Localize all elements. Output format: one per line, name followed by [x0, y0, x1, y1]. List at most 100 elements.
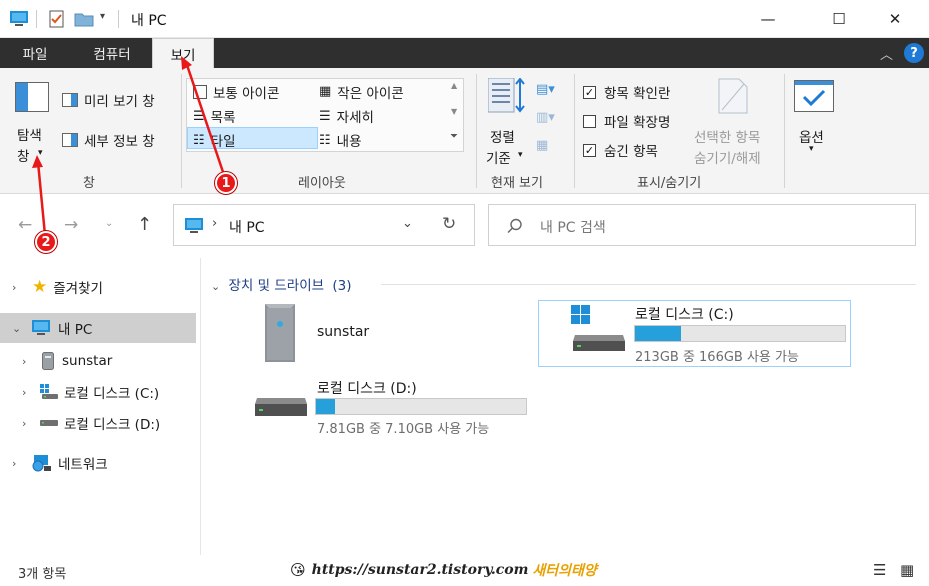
layout-small-icons[interactable]: ▦ 작은 아이콘: [319, 82, 404, 103]
navigation-pane-label: 탐색: [17, 128, 42, 144]
divider: [118, 10, 119, 28]
new-folder-icon[interactable]: [74, 11, 94, 27]
status-bar: 3개 항목 😘 https://sunstar2.tistory.com 새터의…: [0, 555, 929, 586]
nav-item-this-pc[interactable]: ⌄ 내 PC: [0, 313, 196, 343]
up-arrow-icon[interactable]: ↑: [137, 214, 152, 235]
details-view-icon[interactable]: ☰: [873, 561, 886, 579]
group-header-devices[interactable]: ⌄ 장치 및 드라이브 (3): [211, 274, 351, 294]
divider: [36, 10, 37, 28]
layout-medium-icons[interactable]: 보통 아이콘: [193, 82, 279, 102]
dropdown-arrow-icon: ▾: [38, 148, 43, 158]
layout-group-label: 레이아웃: [298, 176, 346, 191]
item-count: 3개 항목: [18, 567, 67, 582]
options-button[interactable]: 옵션 ▾: [790, 76, 838, 168]
details-pane-icon: [62, 133, 78, 147]
layout-details[interactable]: ☰ 자세히: [319, 106, 374, 127]
dropdown-arrow-icon: ▾: [518, 150, 523, 160]
group-by-icon[interactable]: ▤▾: [536, 82, 555, 97]
breadcrumb-separator[interactable]: ›: [212, 216, 217, 231]
file-extensions-label: 파일 확장명: [604, 115, 671, 131]
collapse-ribbon-icon[interactable]: ︿: [880, 44, 893, 63]
tab-view[interactable]: 보기: [152, 38, 214, 68]
minimize-button[interactable]: —: [745, 0, 791, 38]
customize-quick-access-icon[interactable]: ▾: [100, 11, 105, 22]
drive-icon: [255, 398, 307, 416]
options-icon: [794, 80, 834, 112]
layout-label: 타일: [210, 134, 236, 150]
item-checkboxes-label: 항목 확인란: [604, 86, 671, 102]
drive-tile-sunstar[interactable]: sunstar: [249, 298, 509, 368]
properties-icon[interactable]: [49, 10, 65, 28]
nav-item-local-disk-c[interactable]: › 로컬 디스크 (C:): [0, 377, 196, 407]
layout-tiles[interactable]: ☷ 타일: [193, 130, 236, 151]
refresh-icon[interactable]: ↻: [442, 214, 456, 234]
layout-list[interactable]: ☰ 목록: [193, 106, 236, 127]
small-icons-icon: ▦: [319, 84, 332, 99]
nav-item-quick-access[interactable]: › ★ 즐겨찾기: [0, 272, 196, 302]
ribbon: 탐색 창 ▾ 미리 보기 창 세부 정보 창 창 보통 아이콘 ▦ 작은 아이콘…: [0, 68, 929, 194]
layout-label: 자세히: [336, 110, 374, 126]
back-arrow-icon[interactable]: ←: [18, 215, 32, 235]
layout-label: 내용: [336, 134, 362, 150]
gallery-scroll-down-icon[interactable]: ▼: [451, 107, 457, 116]
watermark-brand: 새터의태양: [532, 563, 597, 579]
file-extensions-toggle[interactable]: 파일 확장명: [583, 111, 670, 131]
navigation-pane-button[interactable]: 탐색 창 ▾: [6, 74, 50, 174]
chevron-right-icon[interactable]: ›: [22, 417, 34, 430]
chevron-down-icon[interactable]: ⌄: [12, 322, 24, 335]
layout-gallery: 보통 아이콘 ▦ 작은 아이콘 ☰ 목록 ☰ 자세히 ☷ 타일 ☷ 내용 ▲ ▼…: [186, 78, 464, 152]
nav-item-label: 내 PC: [58, 322, 93, 338]
preview-pane-icon: [62, 93, 78, 107]
layout-label: 작은 아이콘: [337, 86, 404, 102]
checkbox[interactable]: ✓: [583, 143, 596, 157]
item-checkboxes-toggle[interactable]: ✓ 항목 확인란: [583, 82, 670, 102]
preview-pane-button[interactable]: 미리 보기 창: [62, 90, 155, 110]
gallery-scroll-up-icon[interactable]: ▲: [451, 81, 457, 90]
search-placeholder: 내 PC 검색: [540, 220, 606, 236]
details-pane-button[interactable]: 세부 정보 창: [62, 130, 155, 150]
forward-arrow-icon[interactable]: →: [64, 215, 78, 235]
address-bar[interactable]: › 내 PC ⌄ ↻: [173, 204, 475, 246]
gallery-expand-icon[interactable]: ⏷: [450, 131, 458, 142]
sort-by-label-2: 기준: [486, 151, 511, 167]
tab-computer[interactable]: 컴퓨터: [72, 38, 152, 68]
group-divider: [381, 284, 916, 285]
hidden-items-toggle[interactable]: ✓ 숨긴 항목: [583, 140, 658, 160]
details-icon: ☰: [319, 108, 331, 124]
windows-drive-icon: [571, 305, 625, 351]
checkbox[interactable]: [583, 114, 596, 128]
breadcrumb-this-pc[interactable]: 내 PC: [229, 217, 265, 237]
layout-content[interactable]: ☷ 내용: [319, 130, 362, 151]
network-icon: [32, 455, 51, 472]
tab-file[interactable]: 파일: [0, 38, 70, 68]
address-dropdown-icon[interactable]: ⌄: [402, 216, 413, 231]
sort-by-button[interactable]: 정렬 기준 ▾: [484, 76, 530, 168]
large-icons-view-icon[interactable]: ▦: [900, 561, 914, 579]
recent-locations-icon[interactable]: ⌄: [105, 218, 113, 229]
chevron-right-icon[interactable]: ›: [22, 355, 34, 368]
windows-drive-icon: [40, 384, 58, 399]
hide-selected-label: 선택한 항목: [694, 130, 761, 146]
chevron-down-icon[interactable]: ⌄: [211, 280, 220, 293]
drive-tile-local-disk-d[interactable]: 로컬 디스크 (D:) 7.81GB 중 7.10GB 사용 가능: [249, 376, 539, 440]
navigation-pane-icon: [15, 82, 49, 112]
nav-item-local-disk-d[interactable]: › 로컬 디스크 (D:): [0, 408, 196, 438]
drive-usage-fill: [316, 399, 335, 414]
nav-item-network[interactable]: › 네트워크: [0, 448, 196, 478]
chevron-right-icon[interactable]: ›: [12, 457, 24, 470]
help-icon[interactable]: ?: [904, 43, 924, 63]
tile-name: sunstar: [317, 324, 370, 340]
emoji-icon: 😘: [290, 561, 306, 579]
layout-label: 목록: [210, 110, 236, 126]
chevron-right-icon[interactable]: ›: [12, 281, 24, 294]
drive-tile-local-disk-c[interactable]: 로컬 디스크 (C:) 213GB 중 166GB 사용 가능: [538, 300, 851, 367]
chevron-right-icon[interactable]: ›: [22, 386, 34, 399]
close-button[interactable]: ✕: [872, 0, 918, 38]
group-separator: [181, 74, 182, 188]
search-box[interactable]: 내 PC 검색: [488, 204, 916, 246]
maximize-button[interactable]: ☐: [816, 0, 862, 38]
ribbon-tab-bar: 파일 컴퓨터 보기 ︿ ?: [0, 38, 929, 68]
checkbox[interactable]: ✓: [583, 85, 596, 99]
current-view-group-label: 현재 보기: [491, 176, 543, 191]
nav-item-sunstar[interactable]: › sunstar: [0, 346, 196, 376]
